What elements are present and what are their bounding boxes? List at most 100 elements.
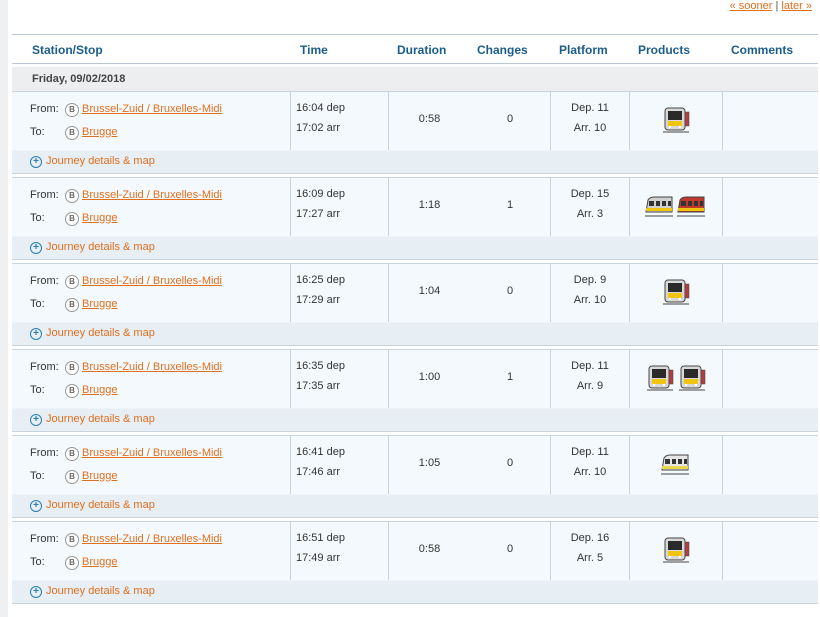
to-station-link[interactable]: Brugge: [82, 212, 117, 224]
from-station-link[interactable]: Brussel-Zuid / Bruxelles-Midi: [82, 447, 222, 459]
cell-divider: [290, 92, 291, 150]
cell-divider: [550, 350, 551, 408]
from-station-link[interactable]: Brussel-Zuid / Bruxelles-Midi: [82, 103, 222, 115]
journey-row: From: B Brussel-Zuid / Bruxelles-Midi To…: [12, 263, 818, 346]
sooner-link[interactable]: « sooner: [730, 0, 773, 12]
to-station-link[interactable]: Brugge: [82, 556, 117, 568]
train-red-icon: [676, 192, 706, 220]
journey-details-bar: + Journey details & map: [12, 408, 818, 431]
cell-divider: [550, 264, 551, 322]
from-label: From:: [30, 275, 59, 287]
to-station-link[interactable]: Brugge: [82, 298, 117, 310]
arrival-time: 17:29 arr: [296, 294, 341, 306]
station-badge-icon: B: [65, 384, 79, 398]
departure-time: 16:41 dep: [296, 446, 345, 458]
journey-details-bar: + Journey details & map: [12, 494, 818, 517]
journey-details-link[interactable]: Journey details & map: [46, 155, 155, 167]
cell-divider: [629, 436, 630, 494]
products-cell: [660, 450, 750, 480]
expand-plus-icon[interactable]: +: [30, 328, 42, 340]
platform-arrival: Arr. 10: [573, 122, 607, 134]
to-label: To:: [30, 556, 45, 568]
train-light-icon: [660, 450, 690, 478]
platform-departure: Dep. 9: [573, 274, 607, 286]
to-station-link[interactable]: Brugge: [82, 470, 117, 482]
changes-value: 0: [506, 285, 514, 297]
cell-divider: [290, 178, 291, 236]
from-station-link[interactable]: Brussel-Zuid / Bruxelles-Midi: [82, 361, 222, 373]
journey-main: From: B Brussel-Zuid / Bruxelles-Midi To…: [12, 436, 818, 494]
journey-details-link[interactable]: Journey details & map: [46, 585, 155, 597]
from-station-link[interactable]: Brussel-Zuid / Bruxelles-Midi: [82, 189, 222, 201]
expand-plus-icon[interactable]: +: [30, 500, 42, 512]
cell-divider: [290, 522, 291, 580]
to-station-link[interactable]: Brugge: [82, 384, 117, 396]
cell-divider: [550, 436, 551, 494]
journey-details-link[interactable]: Journey details & map: [46, 413, 155, 425]
cell-divider: [550, 92, 551, 150]
header-comments[interactable]: Comments: [731, 43, 793, 57]
journey-main: From: B Brussel-Zuid / Bruxelles-Midi To…: [12, 92, 818, 150]
from-station-link[interactable]: Brussel-Zuid / Bruxelles-Midi: [82, 275, 222, 287]
header-products[interactable]: Products: [638, 43, 690, 57]
header-duration[interactable]: Duration: [397, 43, 446, 57]
journey-row: From: B Brussel-Zuid / Bruxelles-Midi To…: [12, 349, 818, 432]
arrival-time: 17:02 arr: [296, 122, 341, 134]
platform-arrival: Arr. 5: [576, 552, 604, 564]
journey-main: From: B Brussel-Zuid / Bruxelles-Midi To…: [12, 264, 818, 322]
expand-plus-icon[interactable]: +: [30, 156, 42, 168]
journey-details-bar: + Journey details & map: [12, 236, 818, 259]
journey-main: From: B Brussel-Zuid / Bruxelles-Midi To…: [12, 350, 818, 408]
later-link[interactable]: later »: [781, 0, 812, 12]
arrival-time: 17:49 arr: [296, 552, 341, 564]
expand-plus-icon[interactable]: +: [30, 414, 42, 426]
from-station-link[interactable]: Brussel-Zuid / Bruxelles-Midi: [82, 533, 222, 545]
journey-details-bar: + Journey details & map: [12, 580, 818, 603]
products-cell: [660, 278, 750, 308]
left-gutter: [0, 0, 8, 617]
changes-value: 0: [506, 457, 514, 469]
cell-divider: [629, 350, 630, 408]
date-row: Friday, 09/02/2018: [12, 67, 818, 92]
cell-divider: [629, 264, 630, 322]
journey-row: From: B Brussel-Zuid / Bruxelles-Midi To…: [12, 521, 818, 604]
expand-plus-icon[interactable]: +: [30, 242, 42, 254]
pager-separator: |: [775, 0, 779, 12]
table-header: Station/Stop Time Duration Changes Platf…: [12, 35, 818, 64]
journey-main: From: B Brussel-Zuid / Bruxelles-Midi To…: [12, 178, 818, 236]
platform-arrival: Arr. 3: [576, 208, 604, 220]
to-label: To:: [30, 470, 45, 482]
journey-details-link[interactable]: Journey details & map: [46, 499, 155, 511]
results-table: Station/Stop Time Duration Changes Platf…: [12, 34, 818, 604]
changes-value: 0: [506, 543, 514, 555]
station-badge-icon: B: [65, 298, 79, 312]
header-platform[interactable]: Platform: [559, 43, 608, 57]
departure-time: 16:09 dep: [296, 188, 345, 200]
expand-plus-icon[interactable]: +: [30, 586, 42, 598]
train-front-icon: [660, 278, 690, 306]
header-station[interactable]: Station/Stop: [32, 43, 103, 57]
header-time[interactable]: Time: [300, 43, 328, 57]
journey-main: From: B Brussel-Zuid / Bruxelles-Midi To…: [12, 522, 818, 580]
journey-details-link[interactable]: Journey details & map: [46, 241, 155, 253]
station-badge-icon: B: [65, 275, 79, 289]
arrival-time: 17:27 arr: [296, 208, 341, 220]
station-badge-icon: B: [65, 556, 79, 570]
to-station-link[interactable]: Brugge: [82, 126, 117, 138]
journey-details-link[interactable]: Journey details & map: [46, 327, 155, 339]
cell-divider: [290, 350, 291, 408]
platform-departure: Dep. 16: [570, 532, 610, 544]
to-label: To:: [30, 298, 45, 310]
train-side-icon: [644, 192, 674, 220]
products-cell: [660, 536, 750, 566]
from-label: From:: [30, 189, 59, 201]
station-badge-icon: B: [65, 470, 79, 484]
journey-details-bar: + Journey details & map: [12, 322, 818, 345]
platform-departure: Dep. 11: [571, 360, 609, 372]
station-badge-icon: B: [65, 189, 79, 203]
header-changes[interactable]: Changes: [477, 43, 528, 57]
from-label: From:: [30, 103, 59, 115]
arrival-time: 17:35 arr: [296, 380, 341, 392]
platform-arrival: Arr. 10: [573, 294, 607, 306]
to-label: To:: [30, 212, 45, 224]
